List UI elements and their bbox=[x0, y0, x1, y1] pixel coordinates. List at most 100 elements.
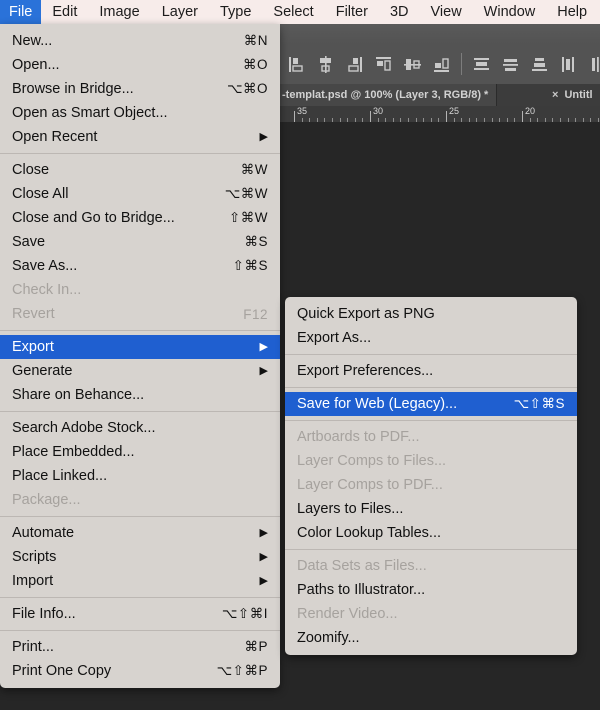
menubar-item-layer[interactable]: Layer bbox=[151, 0, 209, 24]
menubar-item-help[interactable]: Help bbox=[546, 0, 598, 24]
file-menu-item-close[interactable]: Close ⌘W bbox=[0, 158, 280, 182]
file-menu-item-open-as-smart-object[interactable]: Open as Smart Object... bbox=[0, 101, 280, 125]
menubar-item-view[interactable]: View bbox=[420, 0, 473, 24]
menubar-item-label: File bbox=[9, 4, 33, 20]
file-menu-item-new[interactable]: New... ⌘N bbox=[0, 29, 280, 53]
menu-item-label: Package... bbox=[12, 492, 81, 508]
file-menu-item-export[interactable]: Export ▶ bbox=[0, 335, 280, 359]
file-menu-item-place-linked[interactable]: Place Linked... bbox=[0, 464, 280, 488]
file-menu-item-import[interactable]: Import ▶ bbox=[0, 569, 280, 593]
file-menu-item-open-recent[interactable]: Open Recent ▶ bbox=[0, 125, 280, 149]
menubar-item-label: Window bbox=[483, 4, 536, 20]
chevron-right-icon: ▶ bbox=[259, 526, 268, 539]
menu-separator bbox=[0, 630, 280, 631]
export-menu-item-zoomify[interactable]: Zoomify... bbox=[285, 626, 577, 650]
menubar-item-label: Filter bbox=[335, 4, 368, 20]
file-menu-item-open[interactable]: Open... ⌘O bbox=[0, 53, 280, 77]
document-tab-active[interactable]: -templat.psd @ 100% (Layer 3, RGB/8) * bbox=[278, 84, 498, 106]
menubar-item-label: Select bbox=[273, 4, 314, 20]
ruler-label: 20 bbox=[525, 106, 536, 116]
menu-separator bbox=[285, 420, 577, 421]
export-menu-item-save-for-web-legacy[interactable]: Save for Web (Legacy)... ⌥⇧⌘S bbox=[285, 392, 577, 416]
file-menu-item-generate[interactable]: Generate ▶ bbox=[0, 359, 280, 383]
chevron-right-icon: ▶ bbox=[259, 340, 268, 353]
align-bottom-edges-icon[interactable] bbox=[427, 49, 456, 79]
file-menu-item-save-as[interactable]: Save As... ⇧⌘S bbox=[0, 254, 280, 278]
menu-separator bbox=[0, 516, 280, 517]
menu-item-shortcut: ⌥⌘O bbox=[226, 81, 268, 96]
file-menu-item-close-all[interactable]: Close All ⌥⌘W bbox=[0, 182, 280, 206]
distribute-top-edges-icon[interactable] bbox=[467, 49, 496, 79]
export-menu-item-quick-export-as-png[interactable]: Quick Export as PNG bbox=[285, 302, 577, 326]
menu-item-shortcut: ⌥⇧⌘P bbox=[216, 663, 268, 678]
menubar-item-label: Layer bbox=[161, 4, 198, 20]
menu-item-shortcut: ⌥⇧⌘S bbox=[513, 396, 565, 411]
menu-item-shortcut: ⌘O bbox=[242, 57, 268, 72]
chevron-right-icon: ▶ bbox=[259, 574, 268, 587]
export-menu-item-layers-to-files[interactable]: Layers to Files... bbox=[285, 497, 577, 521]
menu-item-shortcut: ⌘N bbox=[243, 33, 268, 48]
export-menu-item-layer-comps-to-pdf: Layer Comps to PDF... bbox=[285, 473, 577, 497]
menubar-item-label: View bbox=[430, 4, 462, 20]
menu-item-label: Open Recent bbox=[12, 129, 98, 145]
menu-item-shortcut: F12 bbox=[243, 306, 268, 322]
file-menu-item-share-on-behance[interactable]: Share on Behance... bbox=[0, 383, 280, 407]
menubar-item-select[interactable]: Select bbox=[262, 0, 324, 24]
align-top-edges-icon[interactable] bbox=[369, 49, 398, 79]
application-menu-bar: File Edit Image Layer Type Select Filter 3D View… bbox=[0, 0, 600, 24]
menu-item-label: Close and Go to Bridge... bbox=[12, 210, 175, 226]
menubar-item-label: Edit bbox=[52, 4, 78, 20]
menu-item-label: Export bbox=[12, 339, 54, 355]
menu-item-label: Data Sets as Files... bbox=[297, 558, 427, 574]
export-submenu-dropdown: Quick Export as PNG Export As... Export Pr… bbox=[285, 297, 577, 655]
export-menu-item-export-preferences[interactable]: Export Preferences... bbox=[285, 359, 577, 383]
export-menu-item-layer-comps-to-files: Layer Comps to Files... bbox=[285, 449, 577, 473]
file-menu-item-scripts[interactable]: Scripts ▶ bbox=[0, 545, 280, 569]
export-menu-item-export-as[interactable]: Export As... bbox=[285, 326, 577, 350]
menubar-item-3d[interactable]: 3D bbox=[379, 0, 420, 24]
file-menu-item-print[interactable]: Print... ⌘P bbox=[0, 635, 280, 659]
file-menu-item-search-adobe-stock[interactable]: Search Adobe Stock... bbox=[0, 416, 280, 440]
align-right-edges-icon[interactable] bbox=[340, 49, 369, 79]
menubar-item-edit[interactable]: Edit bbox=[41, 0, 88, 24]
menu-separator bbox=[0, 597, 280, 598]
menu-item-shortcut: ⇧⌘W bbox=[228, 210, 268, 225]
menubar-item-filter[interactable]: Filter bbox=[325, 0, 379, 24]
distribute-vertical-centers-icon[interactable] bbox=[496, 49, 525, 79]
horizontal-ruler[interactable]: 35 30 25 20 bbox=[278, 106, 600, 123]
document-tab-inactive[interactable]: × Untitl bbox=[546, 84, 599, 106]
ruler-label: 35 bbox=[297, 106, 308, 116]
file-menu-item-print-one-copy[interactable]: Print One Copy ⌥⇧⌘P bbox=[0, 659, 280, 683]
distribute-bottom-edges-icon[interactable] bbox=[525, 49, 554, 79]
export-menu-item-color-lookup-tables[interactable]: Color Lookup Tables... bbox=[285, 521, 577, 545]
distribute-horizontal-centers-icon[interactable] bbox=[583, 49, 600, 79]
menu-item-label: File Info... bbox=[12, 606, 76, 622]
chevron-right-icon: ▶ bbox=[259, 550, 268, 563]
file-menu-dropdown: New... ⌘N Open... ⌘O Browse in Bridge... ⌥⌘O O… bbox=[0, 24, 280, 688]
file-menu-item-browse-in-bridge[interactable]: Browse in Bridge... ⌥⌘O bbox=[0, 77, 280, 101]
file-menu-item-close-and-go-to-bridge[interactable]: Close and Go to Bridge... ⇧⌘W bbox=[0, 206, 280, 230]
file-menu-item-save[interactable]: Save ⌘S bbox=[0, 230, 280, 254]
menubar-item-window[interactable]: Window bbox=[473, 0, 547, 24]
menu-item-label: Scripts bbox=[12, 549, 57, 565]
menu-item-label: Open as Smart Object... bbox=[12, 105, 168, 121]
file-menu-item-place-embedded[interactable]: Place Embedded... bbox=[0, 440, 280, 464]
align-horizontal-centers-icon[interactable] bbox=[311, 49, 340, 79]
menu-item-label: Color Lookup Tables... bbox=[297, 525, 442, 541]
menu-item-label: Artboards to PDF... bbox=[297, 429, 420, 445]
distribute-left-edges-icon[interactable] bbox=[554, 49, 583, 79]
menubar-item-image[interactable]: Image bbox=[88, 0, 150, 24]
close-icon[interactable]: × bbox=[552, 89, 558, 101]
align-left-edges-icon[interactable] bbox=[282, 49, 311, 79]
document-tab-bar: -templat.psd @ 100% (Layer 3, RGB/8) * ×… bbox=[278, 84, 600, 106]
menubar-item-type[interactable]: Type bbox=[209, 0, 262, 24]
align-vertical-centers-icon[interactable] bbox=[398, 49, 427, 79]
file-menu-item-file-info[interactable]: File Info... ⌥⇧⌘I bbox=[0, 602, 280, 626]
menu-item-label: Close bbox=[12, 162, 50, 178]
export-menu-item-data-sets-as-files: Data Sets as Files... bbox=[285, 554, 577, 578]
menu-item-label: Share on Behance... bbox=[12, 387, 145, 403]
export-menu-item-paths-to-illustrator[interactable]: Paths to Illustrator... bbox=[285, 578, 577, 602]
menubar-item-file[interactable]: File bbox=[0, 0, 42, 24]
file-menu-item-automate[interactable]: Automate ▶ bbox=[0, 521, 280, 545]
file-menu-item-package: Package... bbox=[0, 488, 280, 512]
